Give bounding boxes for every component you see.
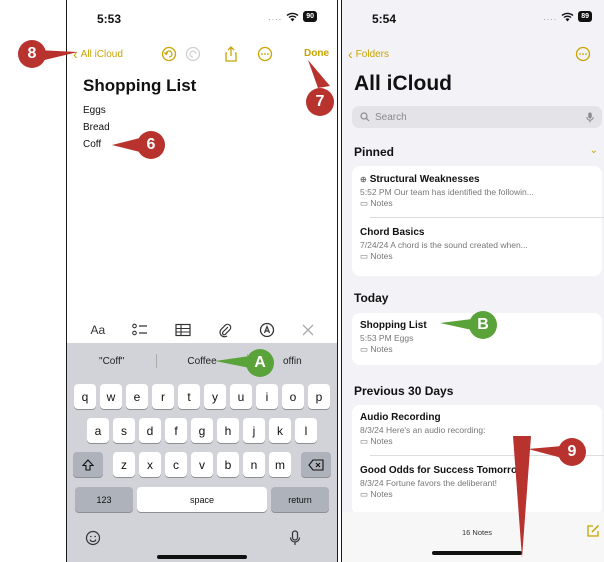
- callout-6-pointer: [112, 138, 140, 152]
- callout-8: 8: [18, 40, 46, 68]
- callout-arrows: [36, 50, 562, 558]
- callout-9: 9: [558, 438, 586, 466]
- callout-a-pointer: [215, 356, 250, 368]
- callout-6: 6: [137, 131, 165, 159]
- callout-7-pointer: [308, 60, 330, 88]
- callout-9-pointer: [528, 446, 562, 458]
- swipe-arrow: [513, 436, 531, 558]
- callout-7: 7: [306, 88, 334, 116]
- callout-a: A: [246, 349, 274, 377]
- callout-b-pointer: [440, 319, 472, 330]
- callout-b: B: [469, 311, 497, 339]
